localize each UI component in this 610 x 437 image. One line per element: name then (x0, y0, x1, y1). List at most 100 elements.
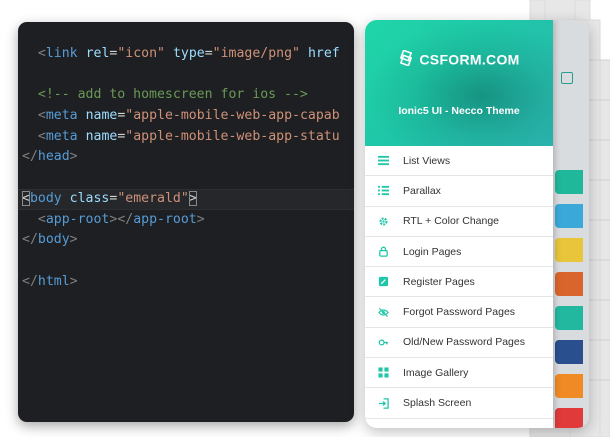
check-icon (377, 427, 389, 428)
sign-in-icon (377, 397, 389, 409)
code-token: < (37, 108, 46, 124)
menu-item-label: Check Pa... (403, 427, 457, 428)
color-swatch[interactable] (555, 408, 583, 428)
code-token: meta (45, 128, 78, 144)
lock-icon (377, 246, 389, 258)
code-token: </ (22, 273, 38, 289)
code-line[interactable] (18, 251, 354, 272)
code-line[interactable]: </head> (18, 147, 354, 168)
menu-item-check-pa[interactable]: Check Pa... (365, 419, 553, 428)
code-token: = (109, 190, 118, 206)
code-token: name (85, 128, 118, 144)
menu-item-label: Old/New Password Pages (403, 336, 525, 349)
menu-item-login-pages[interactable]: Login Pages (365, 237, 553, 268)
code-line[interactable]: <!-- add to homescreen for ios --> (18, 85, 354, 106)
phone-mockup: CSFORM.COM Ionic5 UI - Necco Theme List … (365, 20, 589, 428)
code-token: > (188, 190, 197, 206)
code-token: > (69, 273, 78, 289)
code-token: "icon" (117, 46, 165, 61)
color-swatch[interactable] (555, 170, 583, 194)
code-token: body (37, 232, 70, 248)
menu-item-label: RTL + Color Change (403, 215, 500, 228)
theme-title: Ionic5 UI - Necco Theme (398, 105, 520, 117)
code-line[interactable]: <meta name="apple-mobile-web-app-statu (18, 127, 354, 148)
code-token: = (204, 46, 213, 61)
menu-item-label: Login Pages (403, 245, 462, 258)
eye-off-icon (377, 306, 389, 318)
menu-item-register-pages[interactable]: Register Pages (365, 267, 553, 298)
menu-item-label: Register Pages (403, 275, 475, 288)
color-swatch[interactable] (555, 340, 583, 364)
code-token: body (29, 190, 62, 206)
code-line[interactable]: <app-root></app-root> (18, 210, 354, 231)
code-token: name (85, 108, 118, 124)
brand-logo: CSFORM.COM (365, 49, 553, 69)
square-icon (561, 72, 573, 84)
code-token: "image/png" (212, 46, 300, 61)
brand-name: CSFORM.COM (419, 51, 520, 68)
code-token: > (196, 211, 205, 227)
header-photo (365, 20, 553, 146)
drawer-header: CSFORM.COM Ionic5 UI - Necco Theme (365, 20, 553, 146)
menu-item-parallax[interactable]: Parallax (365, 176, 553, 207)
code-token: <!-- add to homescreen for ios --> (37, 87, 308, 103)
code-token: rel (85, 46, 110, 61)
color-swatch[interactable] (555, 272, 583, 296)
menu-item-list-views[interactable]: List Views (365, 146, 553, 177)
code-token: ></ (109, 211, 134, 227)
code-line[interactable] (18, 65, 354, 86)
code-line[interactable]: </body> (18, 230, 354, 251)
code-token: < (22, 190, 30, 206)
code-token: < (37, 128, 46, 144)
menu-item-label: List Views (403, 154, 451, 167)
register-icon (377, 276, 389, 288)
menu-item-image-gallery[interactable]: Image Gallery (365, 358, 553, 389)
code-line[interactable]: <body class="emerald"> (18, 188, 354, 210)
color-swatch[interactable] (555, 374, 583, 398)
code-token: head (37, 149, 70, 165)
menu-item-forgot-password-pages[interactable]: Forgot Password Pages (365, 297, 553, 328)
code-line[interactable]: <link rel="icon" type="image/png" href (18, 44, 354, 65)
code-area[interactable]: <link rel="icon" type="image/png" href <… (18, 44, 354, 292)
code-token: "apple-mobile-web-app-statu (125, 128, 340, 144)
code-token: > (69, 232, 78, 248)
menu-item-label: Forgot Password Pages (403, 306, 516, 319)
code-token: < (37, 46, 46, 61)
menu-item-rtl-color-change[interactable]: RTL + Color Change (365, 207, 553, 237)
code-line[interactable]: </html> (18, 272, 354, 293)
gear-icon (377, 215, 389, 227)
menu-item-label: Splash Screen (403, 397, 472, 410)
diamond-logo-icon (398, 49, 414, 69)
key-icon (377, 336, 389, 348)
code-token: meta (45, 108, 78, 124)
list-icon (377, 155, 389, 167)
menu-item-label: Image Gallery (403, 366, 469, 379)
menu-list: List Views Parallax RTL + Color Change Logi… (365, 146, 553, 428)
code-line[interactable]: <meta name="apple-mobile-web-app-capab (18, 106, 354, 127)
code-token: href (307, 46, 340, 61)
code-token: app-root (45, 211, 110, 227)
code-token: app-root (133, 211, 197, 227)
code-token: </ (22, 149, 38, 165)
code-token: < (37, 211, 46, 227)
code-token: type (172, 46, 205, 61)
side-menu-drawer: CSFORM.COM Ionic5 UI - Necco Theme List … (365, 20, 553, 428)
code-editor[interactable]: <link rel="icon" type="image/png" href <… (18, 22, 354, 422)
code-line[interactable] (18, 168, 354, 189)
code-token: "apple-mobile-web-app-capab (125, 108, 340, 124)
color-swatch[interactable] (555, 204, 583, 228)
code-token: > (69, 149, 78, 165)
color-swatch[interactable] (555, 238, 583, 262)
menu-item-old-new-password-pages[interactable]: Old/New Password Pages (365, 328, 553, 359)
menu-item-splash-screen[interactable]: Splash Screen (365, 388, 553, 419)
color-swatch[interactable] (555, 306, 583, 330)
